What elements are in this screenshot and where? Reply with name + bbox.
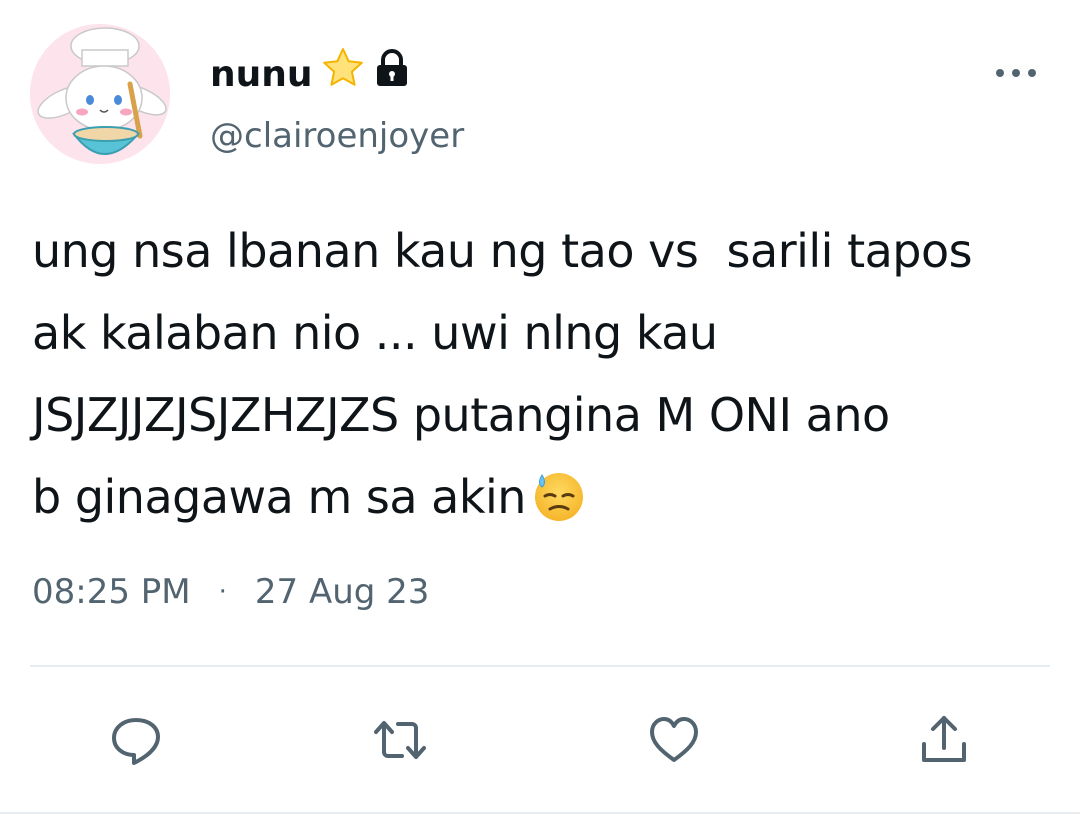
reply-button[interactable] [106, 710, 166, 770]
reply-icon [112, 718, 160, 765]
avatar-image [30, 24, 170, 164]
tweet-meta: 08:25 PM · 27 Aug 23 [32, 568, 429, 616]
tweet-line: b ginagawa m sa akin [32, 470, 526, 524]
avatar[interactable] [30, 24, 170, 164]
tweet-line: JSJZJJZJSJZHZJZS putangina M ONI ano [32, 388, 890, 442]
tweet-line: ak kalaban nio ... uwi nlng kau [32, 306, 718, 360]
like-icon [650, 717, 698, 762]
tweet-line: ung nsa lbanan kau ng tao vs sarili tapo… [32, 224, 973, 278]
tweet-date[interactable]: 27 Aug 23 [255, 568, 430, 616]
handle[interactable]: @clairoenjoyer [210, 112, 464, 160]
share-icon [922, 716, 966, 762]
tweet-header: nunu @clairoenjoyer [0, 0, 1080, 200]
tweet-time[interactable]: 08:25 PM [32, 568, 191, 616]
star-icon [321, 46, 365, 103]
more-dot-icon [1012, 69, 1020, 77]
retweet-icon [374, 721, 426, 759]
meta-separator: · [218, 577, 227, 607]
display-name: nunu [210, 53, 313, 95]
like-button[interactable] [644, 710, 704, 770]
more-dot-icon [996, 69, 1004, 77]
divider [30, 665, 1050, 667]
retweet-button[interactable] [370, 710, 430, 770]
downcast-face-with-sweat-emoji [532, 466, 586, 548]
more-options-button[interactable] [996, 58, 1036, 88]
display-name-row[interactable]: nunu [210, 46, 411, 103]
lock-icon [373, 48, 411, 101]
bottom-divider [0, 812, 1080, 814]
more-dot-icon [1028, 69, 1036, 77]
tweet-text: ung nsa lbanan kau ng tao vs sarili tapo… [32, 210, 1062, 548]
share-button[interactable] [914, 710, 974, 770]
